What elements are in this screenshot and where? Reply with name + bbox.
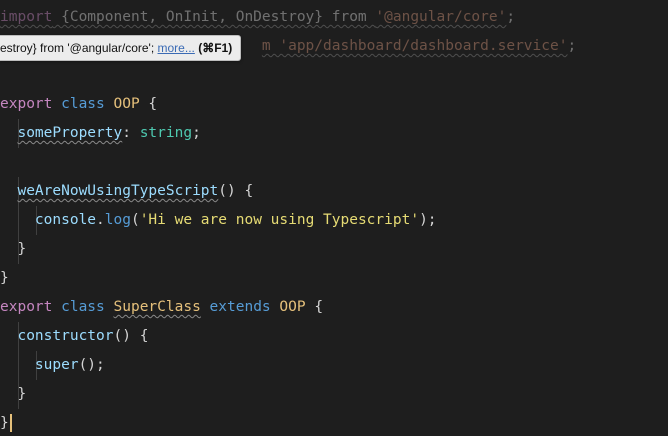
tooltip-text: estroy} from '@angular/core'; [0, 41, 155, 55]
code-token: {Component, OnInit, OnDestroy} from [52, 9, 376, 25]
code-token: class [52, 96, 114, 112]
code-token: () { [113, 328, 149, 344]
code-token: } [0, 415, 9, 431]
code-line[interactable]: } [0, 380, 26, 409]
code-token: 'Hi we are now using Typescript' [139, 212, 420, 228]
code-line[interactable]: super(); [0, 351, 105, 380]
code-token: ); [419, 212, 437, 228]
code-line[interactable]: } [0, 409, 12, 436]
code-token: (); [78, 357, 105, 373]
code-token: console [34, 212, 97, 228]
text-cursor [9, 414, 12, 432]
code-line[interactable]: import {Component, OnInit, OnDestroy} fr… [0, 3, 515, 32]
code-line[interactable]: export class OOP { [0, 90, 157, 119]
code-token: export [0, 299, 53, 315]
code-line[interactable]: } [0, 235, 26, 264]
code-token: m 'app/dashboard/dashboard.service' [261, 38, 568, 54]
code-token: constructor [17, 328, 114, 344]
code-line[interactable]: console.log('Hi we are now using Typescr… [0, 206, 437, 235]
code-token: weAreNowUsingTypeScript [17, 183, 219, 199]
code-token: SuperClass [113, 299, 201, 315]
code-token: { [305, 299, 324, 315]
code-line[interactable]: export class SuperClass extends OOP { [0, 293, 323, 322]
shortcut-hint: (⌘F1) [198, 41, 233, 55]
code-token: string [139, 125, 193, 141]
code-token: OOP [279, 299, 306, 315]
code-token: import [0, 9, 53, 25]
code-token: () { [218, 183, 254, 199]
code-token: extends [200, 299, 280, 315]
code-token: ( [130, 212, 140, 228]
code-token: log [104, 212, 131, 228]
code-token: class [52, 299, 114, 315]
code-line[interactable]: someProperty: string; [0, 119, 201, 148]
code-token: : [122, 125, 140, 141]
code-token: someProperty [17, 125, 123, 141]
more-link[interactable]: more... [158, 41, 195, 55]
quick-info-tooltip: estroy} from '@angular/core'; more... (⌘… [0, 35, 242, 61]
code-line[interactable]: } [0, 264, 9, 293]
code-token: } [0, 241, 27, 257]
code-token: ; [567, 38, 577, 54]
code-line[interactable]: constructor() { [0, 322, 148, 351]
code-token: ; [192, 125, 201, 141]
code-token: ; [506, 9, 516, 25]
code-token: '@angular/core' [375, 9, 507, 25]
code-token: . [96, 212, 105, 228]
code-token: super [34, 357, 79, 373]
code-editor[interactable]: import {Component, OnInit, OnDestroy} fr… [0, 0, 668, 436]
code-line[interactable]: weAreNowUsingTypeScript() { [0, 177, 253, 206]
code-token: } [0, 386, 27, 402]
code-token: OOP [113, 96, 140, 112]
code-token: export [0, 96, 53, 112]
code-token: } [0, 270, 9, 286]
code-token: { [139, 96, 158, 112]
